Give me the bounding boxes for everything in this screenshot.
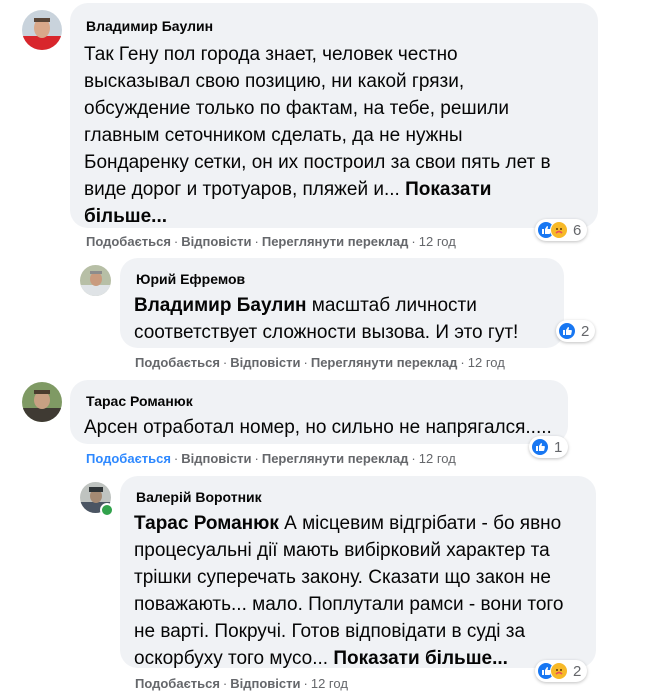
reaction-count: 6 [573, 221, 582, 239]
comment-text: Тарас Романюк А місцевим відгрібати - бо… [134, 510, 582, 672]
reply-button[interactable]: Відповісти [230, 676, 300, 691]
comment-line: оскорбуху того мусо... [134, 648, 334, 669]
translate-button[interactable]: Переглянути переклад [311, 355, 458, 370]
like-icon [531, 438, 549, 456]
comment-bubble: Владимир Баулин Так Гену пол города знае… [70, 3, 598, 228]
reply-button[interactable]: Відповісти [181, 451, 251, 466]
avatar[interactable] [22, 382, 62, 422]
reaction-summary[interactable]: 2 [535, 660, 588, 682]
timestamp[interactable]: 12 год [419, 451, 456, 466]
avatar[interactable] [22, 10, 62, 50]
comment-line: обсуждение только по фактам, на тебе, ре… [84, 98, 509, 119]
reaction-count: 2 [581, 322, 590, 340]
comment-line: поважають... мало. Поплутали рамси - вон… [134, 594, 564, 615]
show-more-link-cont[interactable]: більше... [84, 206, 167, 227]
comment-line: Арсен отработал номер, но сильно не напр… [84, 417, 552, 438]
timestamp[interactable]: 12 год [419, 234, 456, 249]
reaction-count: 2 [573, 662, 582, 680]
like-button[interactable]: Подобається [135, 355, 220, 370]
show-more-link[interactable]: Показати [405, 179, 491, 200]
reaction-summary[interactable]: 2 [556, 320, 596, 342]
comment-line: Бондаренку сетки, он их построил за свои… [84, 152, 551, 173]
care-icon [550, 662, 568, 680]
reaction-summary[interactable]: 6 [535, 219, 588, 241]
comment-line: высказывал свою позицию, ни какой грязи, [84, 71, 465, 92]
comment-text: Владимир Баулин масштаб личности соответ… [134, 292, 550, 346]
like-button[interactable]: Подобається [86, 234, 171, 249]
comment-actions: Подобається · Відповісти · Переглянути перек… [86, 234, 456, 249]
translate-button[interactable]: Переглянути переклад [262, 451, 409, 466]
comment-line: масштаб личности [306, 295, 477, 316]
translate-button[interactable]: Переглянути переклад [262, 234, 409, 249]
comment-bubble: Тарас Романюк Арсен отработал номер, но … [70, 380, 568, 444]
reply-button[interactable]: Відповісти [230, 355, 300, 370]
comment-author[interactable]: Валерій Воротник [136, 488, 582, 506]
comment-line: не варті. Покручі. Готов відповідати в с… [134, 621, 526, 642]
comment-actions: Подобається · Відповісти · Переглянути перек… [86, 451, 456, 466]
comment-line: соответствует сложности вызова. И это гу… [134, 322, 519, 343]
like-icon [558, 322, 576, 340]
comment-line: Так Гену пол города знает, человек честн… [84, 44, 458, 65]
comment-line: главным сеточником сделать, да не нужны [84, 125, 463, 146]
comment-author[interactable]: Тарас Романюк [86, 392, 554, 410]
comment-text: Арсен отработал номер, но сильно не напр… [84, 414, 554, 441]
reaction-count: 1 [554, 438, 563, 456]
comment-line: трішки суперечать закону. Сказати що зак… [134, 567, 551, 588]
comment-author[interactable]: Юрий Ефремов [136, 270, 550, 288]
avatar[interactable] [80, 265, 111, 296]
comment-text: Так Гену пол города знает, человек честн… [84, 41, 584, 230]
timestamp[interactable]: 12 год [468, 355, 505, 370]
like-button[interactable]: Подобається [86, 451, 171, 466]
comment-bubble: Юрий Ефремов Владимир Баулин масштаб лич… [120, 258, 564, 348]
mention-link[interactable]: Владимир Баулин [134, 295, 306, 316]
reaction-summary[interactable]: 1 [529, 436, 569, 458]
comment-line: виде дорог и тротуаров, пляжей и... [84, 179, 406, 200]
care-icon [550, 221, 568, 239]
comment-line: А місцевим відгрібати - бо явно [278, 513, 562, 534]
comment-bubble: Валерій Воротник Тарас Романюк А місцеви… [120, 476, 596, 669]
like-button[interactable]: Подобається [135, 676, 220, 691]
comment-author[interactable]: Владимир Баулин [86, 17, 584, 35]
comment-line: процесуальні дії мають вибірковий характ… [134, 540, 550, 561]
comment-actions: Подобається · Відповісти · 12 год [135, 676, 348, 691]
online-status-icon [100, 503, 114, 517]
comment-actions: Подобається · Відповісти · Переглянути перек… [135, 355, 505, 370]
mention-link[interactable]: Тарас Романюк [134, 513, 279, 534]
show-more-link[interactable]: Показати більше... [333, 648, 508, 669]
timestamp[interactable]: 12 год [311, 676, 348, 691]
reply-button[interactable]: Відповісти [181, 234, 251, 249]
